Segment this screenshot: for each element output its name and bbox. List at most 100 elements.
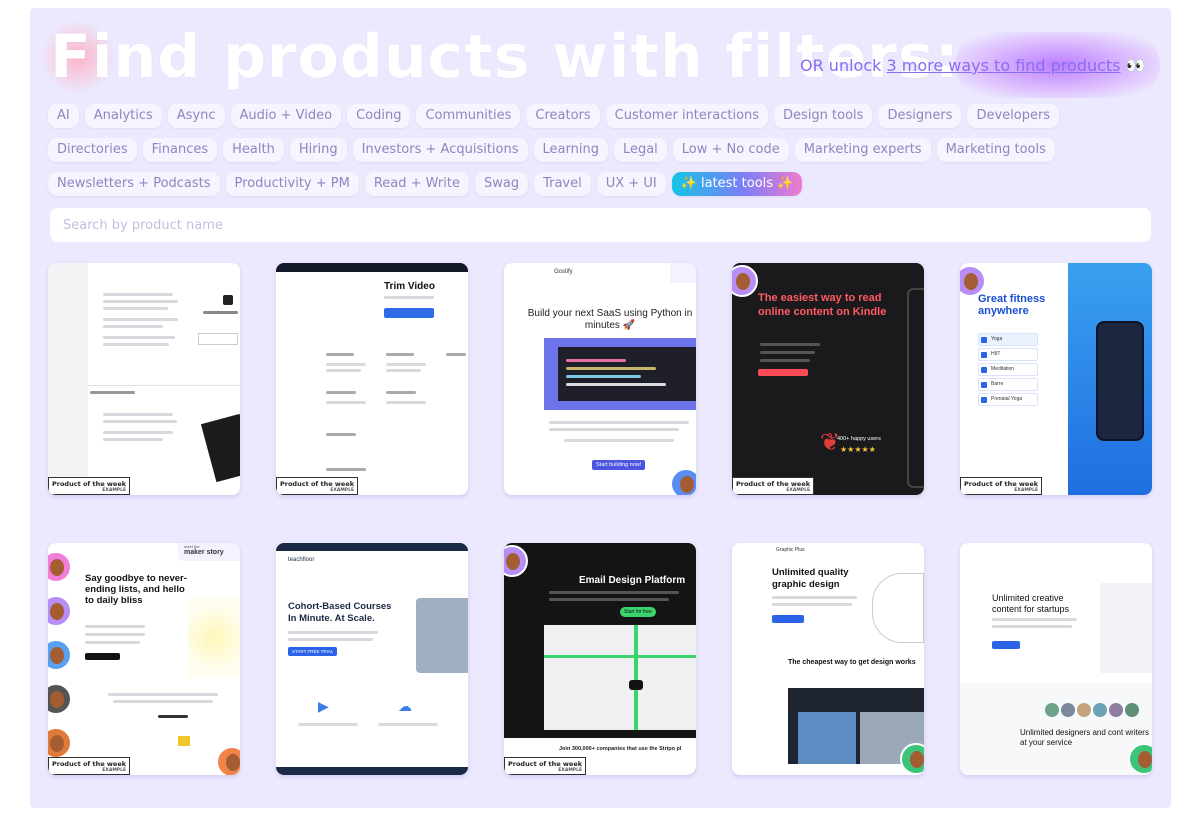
card-headline: Say goodbye to never-ending lists, and h… [85,573,187,606]
class-icon [981,337,987,343]
card-cta: Start for free [620,607,656,617]
maker-avatar [48,551,72,583]
filter-tag[interactable]: Read + Write [364,172,469,196]
filter-tag[interactable]: Customer interactions [605,104,769,128]
maker-avatar [1128,743,1152,775]
product-of-week-badge: Product of the week EXAMPLE [276,477,359,495]
product-card[interactable]: Unlimited creative content for startups … [960,543,1152,775]
maker-avatar [732,265,758,297]
product-card[interactable]: Graphic Plus Unlimited quality graphic d… [732,543,924,775]
card-headline: Unlimited creative content for startups [992,593,1070,614]
filter-tag[interactable]: Finances [142,138,218,162]
filter-tag[interactable]: Design tools [774,104,873,128]
maker-avatar [48,639,72,671]
maker-avatar [216,746,240,775]
fitness-class-item: Meditation [978,363,1038,376]
card-subtext: Join 300,000+ companies that use the Str… [559,746,682,752]
filter-tag[interactable]: Investors + Acquisitions [352,138,528,162]
filter-tag[interactable]: Health [223,138,284,162]
filter-tag[interactable]: Hiring [289,138,347,162]
filter-tag[interactable]: Communities [416,104,521,128]
product-card[interactable]: Product of the week EXAMPLE [48,263,240,495]
page-frame: Find products with filters: OR unlock 3 … [30,8,1171,808]
team-avatars [1045,703,1150,717]
filter-tag[interactable]: Newsletters + Podcasts [48,172,220,196]
filter-tag[interactable]: Directories [48,138,137,162]
card-cta [85,653,120,660]
card-subtext: The cheapest way to get design works [788,659,916,666]
filter-tag[interactable]: Coding [347,104,411,128]
filter-tag[interactable]: Designers [878,104,962,128]
fitness-class-label: Barre [991,381,1004,387]
class-icon [981,352,987,358]
filter-tag-latest-tools[interactable]: ✨ latest tools ✨ [671,172,803,196]
filter-tag[interactable]: Marketing tools [936,138,1055,162]
fitness-class-item: Barre [978,378,1038,391]
filter-tag[interactable]: Creators [526,104,600,128]
filter-tag[interactable]: Learning [533,138,608,162]
card-headline: Trim Video [384,281,435,292]
filter-tag[interactable]: Audio + Video [230,104,342,128]
card-subtext: 400+ happy users [837,436,881,442]
fitness-class-label: Yoga [991,336,1003,342]
card-brand: teachfloor [288,557,315,563]
unlock-more-ways-link[interactable]: 3 more ways to find products [886,56,1120,75]
card-headline: Email Design Platform [579,575,686,586]
filter-tag[interactable]: Async [167,104,225,128]
card-headline: The easiest way to read online content o… [758,292,887,318]
card-navbar [276,543,468,551]
card-cta [992,641,1020,649]
filter-tag[interactable]: Analytics [84,104,162,128]
product-card[interactable]: Email Design Platform Start for free Joi… [504,543,696,775]
filter-tag[interactable]: Swag [474,172,529,196]
filter-tag[interactable]: Developers [967,104,1060,128]
filter-tag[interactable]: Productivity + PM [225,172,359,196]
class-icon [981,397,987,403]
fitness-class-label: HIIT [991,351,1001,357]
card-navbar [276,263,468,272]
product-card[interactable]: Say goodbye to never-ending lists, and h… [48,543,240,775]
filter-tag[interactable]: AI [48,104,79,128]
maker-story-tag: meet the maker story [178,543,240,561]
fitness-class-label: Meditation [991,366,1015,372]
card-cta: START FREE TRIAL [288,647,338,656]
card-brand: Graphic Plus [776,547,805,553]
card-screenshot-sidebar [48,263,88,495]
product-of-week-badge: Product of the week EXAMPLE [960,477,1043,495]
product-of-week-badge: Product of the week EXAMPLE [732,477,815,495]
book-cover-image [200,413,240,483]
maker-avatar [504,545,528,577]
maker-story-tag [670,263,696,283]
card-cta [758,369,808,376]
filter-tag[interactable]: UX + UI [596,172,666,196]
filter-tag[interactable]: Low + No code [672,138,789,162]
product-card[interactable]: Gostify Build your next SaaS using Pytho… [504,263,696,495]
card-subtext: Unlimited designers and cont writers at … [1020,728,1149,747]
card-headline: Great fitness anywhere [978,293,1046,317]
product-of-week-badge: Product of the week EXAMPLE [48,757,131,775]
card-cta [384,308,434,318]
search-input[interactable] [50,208,1151,242]
cloud-icon: ☁ [398,698,412,714]
product-of-week-badge: Product of the week EXAMPLE [504,757,587,775]
play-icon: ▶ [318,698,329,714]
filter-tag[interactable]: Legal [613,138,667,162]
card-code-frame [544,338,696,410]
class-icon [981,367,987,373]
product-card[interactable]: Trim Video Product of the week EXAMPLE [276,263,468,495]
card-headline: Unlimited quality graphic design [772,567,849,590]
fitness-class-item: HIIT [978,348,1038,361]
maker-avatar [48,595,72,627]
unlock-more-ways: OR unlock 3 more ways to find products 👀 [800,56,1146,75]
filter-tag[interactable]: Travel [534,172,591,196]
product-card[interactable]: teachfloor Cohort-Based Courses In Minut… [276,543,468,775]
laurel-icon: ❦ [820,429,841,456]
product-card[interactable]: The easiest way to read online content o… [732,263,924,495]
category-filter-list: AI Analytics Async Audio + Video Coding Commu… [48,104,1138,196]
filter-tag[interactable]: Marketing experts [794,138,931,162]
llama-illustration [188,598,240,678]
product-card[interactable]: Great fitness anywhere Yoga HIIT Meditatio… [960,263,1152,495]
maker-avatar [48,683,72,715]
class-icon [981,382,987,388]
card-hero-image [1068,263,1152,495]
